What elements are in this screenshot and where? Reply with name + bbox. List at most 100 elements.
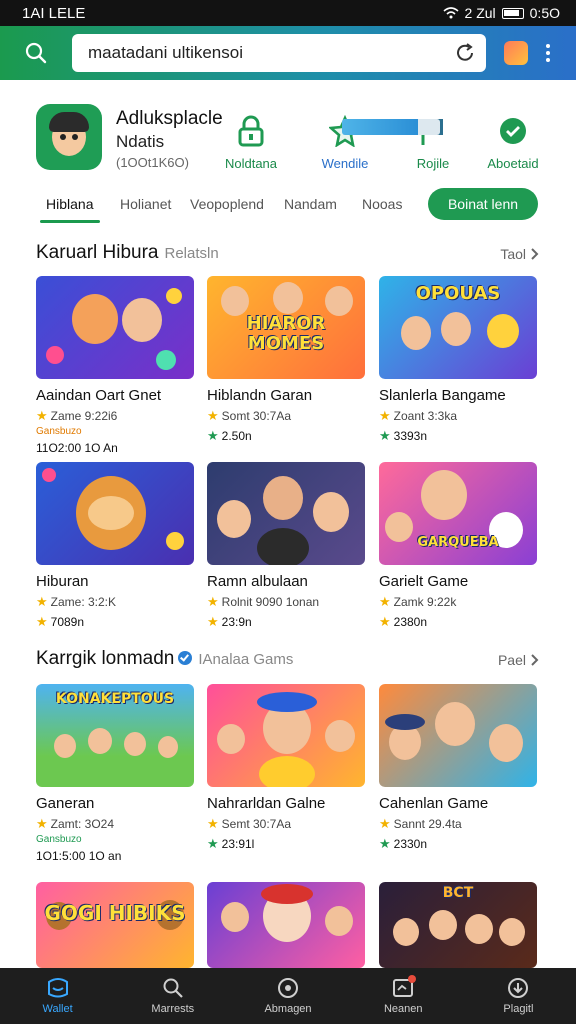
nav-item-neanen[interactable]: Neanen	[346, 968, 461, 1024]
action-aboetaid[interactable]: Aboetaid	[468, 114, 558, 171]
game-name: Hiblandn Garan	[207, 387, 313, 404]
rating-text: Zame 9:22i6	[50, 409, 118, 423]
game-card[interactable]: BCT	[379, 882, 537, 968]
section-subtitle: IAnalaa Gams	[198, 651, 294, 668]
nav-label: Plagitl	[503, 1003, 534, 1015]
rating-text: Sannt 29.4ta	[393, 817, 462, 831]
action-label: Noldtana	[224, 156, 278, 171]
star-icon: ★	[379, 408, 391, 423]
notification-dot	[408, 975, 417, 983]
app-shortcut-icon[interactable]	[504, 41, 528, 65]
app-logo	[36, 104, 102, 170]
game-name: Hiburan	[36, 573, 89, 590]
game-extra: ★ 23:9n	[207, 614, 365, 630]
nav-item-plagitl[interactable]: Plagitl	[461, 968, 576, 1024]
star-icon: ★	[36, 408, 48, 423]
more-options-icon[interactable]	[546, 44, 550, 62]
action-label: Rojile	[416, 156, 450, 171]
rating-text: Zamk 9:22k	[393, 595, 457, 609]
game-card[interactable]: Hiburan ★ Zame: 3:2:K ★ 7089n	[36, 462, 194, 630]
tab-hiblana[interactable]: Hiblana	[46, 196, 93, 212]
tab-nandam[interactable]: Nandam	[284, 196, 337, 212]
game-thumbnail	[36, 276, 194, 379]
tab-veopoplend[interactable]: Veopoplend	[190, 196, 264, 212]
chevron-right-icon	[531, 248, 539, 260]
active-tab-indicator	[40, 220, 100, 223]
refresh-icon[interactable]	[454, 42, 476, 64]
thumbnail-title: HIAROR MOMES	[246, 313, 326, 354]
game-card[interactable]: GARQUEBA Garielt Game ★ Zamk 9:22k ★ 2380n	[379, 462, 537, 630]
game-badge: Gansbuzo	[36, 834, 82, 845]
action-label: Wendile	[321, 156, 369, 171]
action-label: Aboetaid	[487, 156, 539, 171]
search-icon[interactable]	[0, 26, 72, 80]
star-icon: ★	[379, 428, 391, 443]
extra-text: 7089n	[50, 615, 85, 629]
extra-text: 3393n	[393, 429, 428, 443]
game-card[interactable]: GOGI HIBIKS	[36, 882, 194, 968]
game-thumbnail: OPOUAS	[379, 276, 537, 379]
tab-nooas[interactable]: Nooas	[362, 196, 402, 212]
rating-text: Rolnit 9090 1onan	[221, 595, 320, 609]
lock-icon	[234, 114, 268, 148]
install-button[interactable]: Boinat lenn	[428, 188, 538, 220]
star-icon: ★	[207, 614, 219, 629]
app-subtitle: Ndatis	[116, 132, 165, 151]
search-icon	[160, 977, 186, 999]
rating-text: Somt 30:7Aa	[221, 409, 292, 423]
game-thumbnail	[207, 684, 365, 787]
game-card[interactable]: HIAROR MOMES Hiblandn Garan ★ Somt 30:7Aa…	[207, 276, 365, 444]
app-info: Adluksplacle Ndatis (1OOt1K6O) Noldtana …	[0, 92, 576, 184]
game-rating: ★ Semt 30:7Aa	[207, 816, 365, 832]
star-icon: ★	[207, 428, 219, 443]
nav-label: Marrests	[151, 1003, 195, 1015]
game-card[interactable]	[207, 882, 365, 968]
game-extra: ★ 3393n	[379, 428, 537, 444]
game-extra: ★ 2380n	[379, 614, 537, 630]
game-badge: Gansbuzo	[36, 426, 82, 437]
star-icon: ★	[379, 836, 391, 851]
game-rating: ★ Zame 9:22i6	[36, 408, 194, 424]
see-all-label: Pael	[497, 652, 526, 668]
tabs-row: Hiblana Holianet Veopoplend Nandam Nooas…	[0, 186, 576, 226]
tab-holianet[interactable]: Holianet	[120, 196, 171, 212]
game-card[interactable]: Cahenlan Game ★ Sannt 29.4ta ★ 2330n	[379, 684, 537, 852]
game-card[interactable]: Ramn albulaan ★ Rolnit 9090 1onan ★ 23:9n	[207, 462, 365, 630]
thumbnail-title: OPOUAS	[415, 283, 501, 304]
game-card[interactable]: Nahrarldan Galne ★ Semt 30:7Aa ★ 23:91l	[207, 684, 365, 852]
star-icon: ★	[36, 614, 48, 629]
see-all-link[interactable]: Taol	[500, 246, 540, 262]
star-icon: ★	[207, 836, 219, 851]
action-noldtana[interactable]: Noldtana	[206, 114, 296, 171]
game-card[interactable]: Aaindan Oart Gnet ★ Zame 9:22i6 Gansbuzo …	[36, 276, 194, 455]
game-card[interactable]: KONAKEPTOUS Ganeran ★ Zamt: 3O24 Gansbuzo…	[36, 684, 194, 863]
see-all-link[interactable]: Pael	[498, 652, 540, 668]
game-thumbnail	[36, 462, 194, 565]
section-title: Karuarl Hibura Relatsln	[36, 242, 219, 264]
nav-item-marrests[interactable]: Marrests	[115, 968, 230, 1024]
search-header: maatadani ultikensoi	[0, 26, 576, 80]
thumbnail-title: BCT	[442, 885, 474, 901]
star-icon: ★	[379, 594, 391, 609]
status-icons: 2 Zul 0:5O	[442, 5, 560, 21]
verified-icon	[178, 650, 193, 665]
game-card[interactable]: OPOUAS Slanlerla Bangame ★ Zoant 3:3ka ★ 3…	[379, 276, 537, 444]
star-icon: ★	[207, 594, 219, 609]
game-rating: ★ Sannt 29.4ta	[379, 816, 537, 832]
game-rating: ★ Zoant 3:3ka	[379, 408, 537, 424]
game-extra: ★ 2330n	[379, 836, 537, 852]
section-title-text: Karrgik lonmadn	[36, 648, 175, 669]
download-progress-fill	[342, 119, 419, 135]
compass-icon	[275, 977, 301, 999]
game-name: Slanlerla Bangame	[379, 387, 506, 404]
nav-item-wallet[interactable]: Wallet	[0, 968, 115, 1024]
game-rating: ★ Zame: 3:2:K	[36, 594, 194, 610]
bottom-nav: Wallet Marrests Abmagen Neanen Plagitl	[0, 968, 576, 1024]
search-input[interactable]: maatadani ultikensoi	[72, 34, 486, 72]
thumbnail-title: KONAKEPTOUS	[55, 691, 175, 707]
nav-item-abmagen[interactable]: Abmagen	[230, 968, 345, 1024]
star-icon: ★	[36, 816, 48, 831]
extra-text: 2380n	[393, 615, 428, 629]
section-title: Karrgik lonmadn IAnalaa Gams	[36, 648, 293, 670]
game-thumbnail: KONAKEPTOUS	[36, 684, 194, 787]
